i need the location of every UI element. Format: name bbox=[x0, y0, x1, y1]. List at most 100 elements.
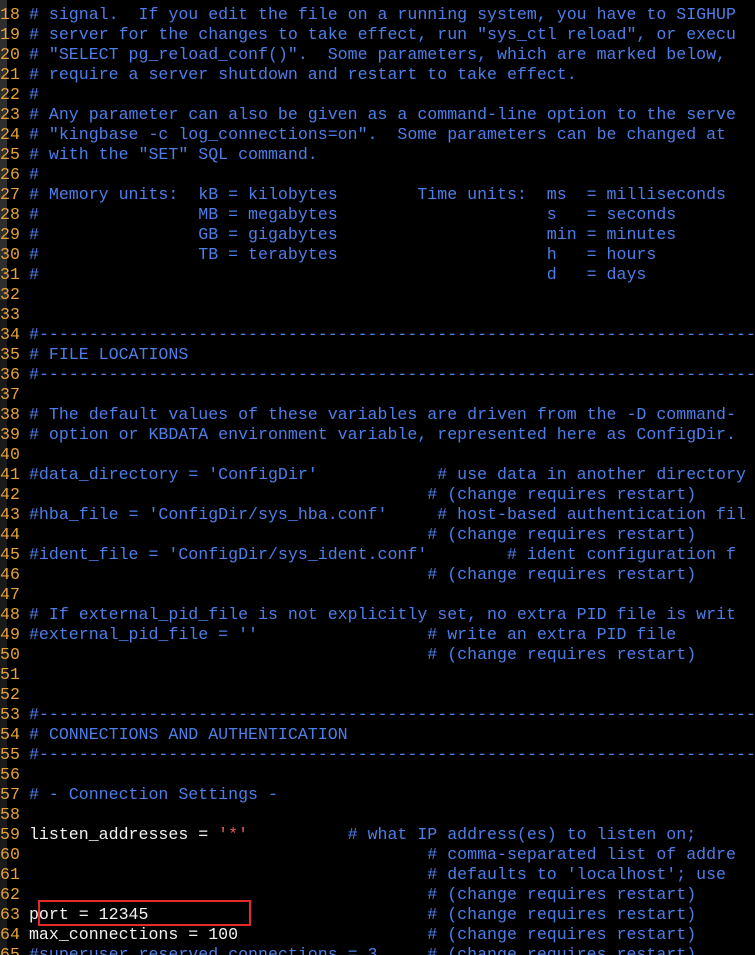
line-number: 46 bbox=[0, 565, 20, 584]
code-string: '*' bbox=[218, 825, 249, 844]
code-line[interactable]: 23 # Any parameter can also be given as … bbox=[0, 105, 755, 125]
code-line[interactable]: 41 #data_directory = 'ConfigDir' # use d… bbox=[0, 465, 755, 485]
code-line[interactable]: 43 #hba_file = 'ConfigDir/sys_hba.conf' … bbox=[0, 505, 755, 525]
code-comment: #---------------------------------------… bbox=[28, 705, 755, 724]
code-line[interactable]: 44 # (change requires restart) bbox=[0, 525, 755, 545]
code-line[interactable]: 57 # - Connection Settings - bbox=[0, 785, 755, 805]
code-line[interactable]: 34 #------------------------------------… bbox=[0, 325, 755, 345]
code-comment: # signal. If you edit the file on a runn… bbox=[28, 5, 736, 24]
code-line[interactable]: 30 # TB = terabytes h = hours bbox=[0, 245, 755, 265]
line-number: 35 bbox=[0, 345, 20, 364]
code-comment: #---------------------------------------… bbox=[28, 365, 755, 384]
line-number: 56 bbox=[0, 765, 20, 784]
code-line[interactable]: 42 # (change requires restart) bbox=[0, 485, 755, 505]
code-line[interactable]: 38 # The default values of these variabl… bbox=[0, 405, 755, 425]
code-line[interactable]: 55 #------------------------------------… bbox=[0, 745, 755, 765]
line-number: 41 bbox=[0, 465, 20, 484]
code-line[interactable]: 47 bbox=[0, 585, 755, 605]
code-line[interactable]: 37 bbox=[0, 385, 755, 405]
line-number: 30 bbox=[0, 245, 20, 264]
code-comment: # (change requires restart) bbox=[28, 565, 697, 584]
line-number: 65 bbox=[0, 945, 20, 955]
line-number: 29 bbox=[0, 225, 20, 244]
code-line[interactable]: 19 # server for the changes to take effe… bbox=[0, 25, 755, 45]
code-comment: # bbox=[28, 85, 39, 104]
code-line[interactable]: 39 # option or KBDATA environment variab… bbox=[0, 425, 755, 445]
code-line[interactable]: 25 # with the "SET" SQL command. bbox=[0, 145, 755, 165]
code-line[interactable]: 36 #------------------------------------… bbox=[0, 365, 755, 385]
code-comment: # "SELECT pg_reload_conf()". Some parame… bbox=[28, 45, 727, 64]
code-line[interactable]: 33 bbox=[0, 305, 755, 325]
line-number: 45 bbox=[0, 545, 20, 564]
line-number: 64 bbox=[0, 925, 20, 944]
code-line[interactable]: 46 # (change requires restart) bbox=[0, 565, 755, 585]
code-comment: # If external_pid_file is not explicitly… bbox=[28, 605, 736, 624]
code-text: port = 12345 bbox=[28, 905, 149, 924]
code-line[interactable]: 40 bbox=[0, 445, 755, 465]
code-comment: # server for the changes to take effect,… bbox=[28, 25, 736, 44]
code-text: listen_addresses = bbox=[28, 825, 219, 844]
line-number: 61 bbox=[0, 865, 20, 884]
line-number: 60 bbox=[0, 845, 20, 864]
code-line[interactable]: 58 bbox=[0, 805, 755, 825]
code-comment: # FILE LOCATIONS bbox=[28, 345, 189, 364]
code-line[interactable]: 64 max_connections = 100 # (change requi… bbox=[0, 925, 755, 945]
code-line[interactable]: 28 # MB = megabytes s = seconds bbox=[0, 205, 755, 225]
code-comment: #hba_file = 'ConfigDir/sys_hba.conf' # h… bbox=[28, 505, 746, 524]
code-comment: # "kingbase -c log_connections=on". Some… bbox=[28, 125, 727, 144]
line-number: 44 bbox=[0, 525, 20, 544]
code-text: max_connections = 100 bbox=[28, 925, 239, 944]
line-number: 39 bbox=[0, 425, 20, 444]
code-comment: # (change requires restart) bbox=[148, 905, 697, 924]
code-line[interactable]: 61 # defaults to 'localhost'; use bbox=[0, 865, 755, 885]
code-line[interactable]: 22 # bbox=[0, 85, 755, 105]
line-number: 37 bbox=[0, 385, 20, 404]
code-line[interactable]: 52 bbox=[0, 685, 755, 705]
code-line[interactable]: 50 # (change requires restart) bbox=[0, 645, 755, 665]
code-comment: # - Connection Settings - bbox=[28, 785, 278, 804]
code-comment: # comma-separated list of addre bbox=[28, 845, 736, 864]
code-line[interactable]: 27 # Memory units: kB = kilobytes Time u… bbox=[0, 185, 755, 205]
code-comment: # Any parameter can also be given as a c… bbox=[28, 105, 736, 124]
code-line[interactable]: 45 #ident_file = 'ConfigDir/sys_ident.co… bbox=[0, 545, 755, 565]
line-number: 21 bbox=[0, 65, 20, 84]
code-line[interactable]: 32 bbox=[0, 285, 755, 305]
line-number: 57 bbox=[0, 785, 20, 804]
code-line[interactable]: 51 bbox=[0, 665, 755, 685]
line-number: 52 bbox=[0, 685, 20, 704]
code-line[interactable]: 65 #superuser_reserved_connections = 3 #… bbox=[0, 945, 755, 955]
code-line[interactable]: 24 # "kingbase -c log_connections=on". S… bbox=[0, 125, 755, 145]
line-number: 34 bbox=[0, 325, 20, 344]
code-comment: # (change requires restart) bbox=[28, 485, 697, 504]
line-number: 53 bbox=[0, 705, 20, 724]
code-line[interactable]: 29 # GB = gigabytes min = minutes bbox=[0, 225, 755, 245]
code-line[interactable]: 62 # (change requires restart) bbox=[0, 885, 755, 905]
line-number: 32 bbox=[0, 285, 20, 304]
code-line[interactable]: 26 # bbox=[0, 165, 755, 185]
line-number: 31 bbox=[0, 265, 20, 284]
line-number: 33 bbox=[0, 305, 20, 324]
code-line[interactable]: 59 listen_addresses = '*' # what IP addr… bbox=[0, 825, 755, 845]
code-comment: # (change requires restart) bbox=[238, 925, 697, 944]
code-line[interactable]: 54 # CONNECTIONS AND AUTHENTICATION bbox=[0, 725, 755, 745]
code-line[interactable]: 20 # "SELECT pg_reload_conf()". Some par… bbox=[0, 45, 755, 65]
code-comment: # bbox=[28, 165, 39, 184]
code-line[interactable]: 53 #------------------------------------… bbox=[0, 705, 755, 725]
code-line[interactable]: 63 port = 12345 # (change requires resta… bbox=[0, 905, 755, 925]
code-line[interactable]: 60 # comma-separated list of addre bbox=[0, 845, 755, 865]
code-comment: # (change requires restart) bbox=[28, 885, 697, 904]
code-line[interactable]: 18 # signal. If you edit the file on a r… bbox=[0, 5, 755, 25]
code-comment: #data_directory = 'ConfigDir' # use data… bbox=[28, 465, 746, 484]
code-line[interactable]: 48 # If external_pid_file is not explici… bbox=[0, 605, 755, 625]
code-line[interactable]: 31 # d = days bbox=[0, 265, 755, 285]
code-line[interactable]: 21 # require a server shutdown and resta… bbox=[0, 65, 755, 85]
line-number: 38 bbox=[0, 405, 20, 424]
line-number: 25 bbox=[0, 145, 20, 164]
line-number: 63 bbox=[0, 905, 20, 924]
code-comment: # with the "SET" SQL command. bbox=[28, 145, 318, 164]
line-number: 36 bbox=[0, 365, 20, 384]
code-line[interactable]: 49 #external_pid_file = '' # write an ex… bbox=[0, 625, 755, 645]
code-comment: #---------------------------------------… bbox=[28, 745, 755, 764]
code-line[interactable]: 35 # FILE LOCATIONS bbox=[0, 345, 755, 365]
code-line[interactable]: 56 bbox=[0, 765, 755, 785]
